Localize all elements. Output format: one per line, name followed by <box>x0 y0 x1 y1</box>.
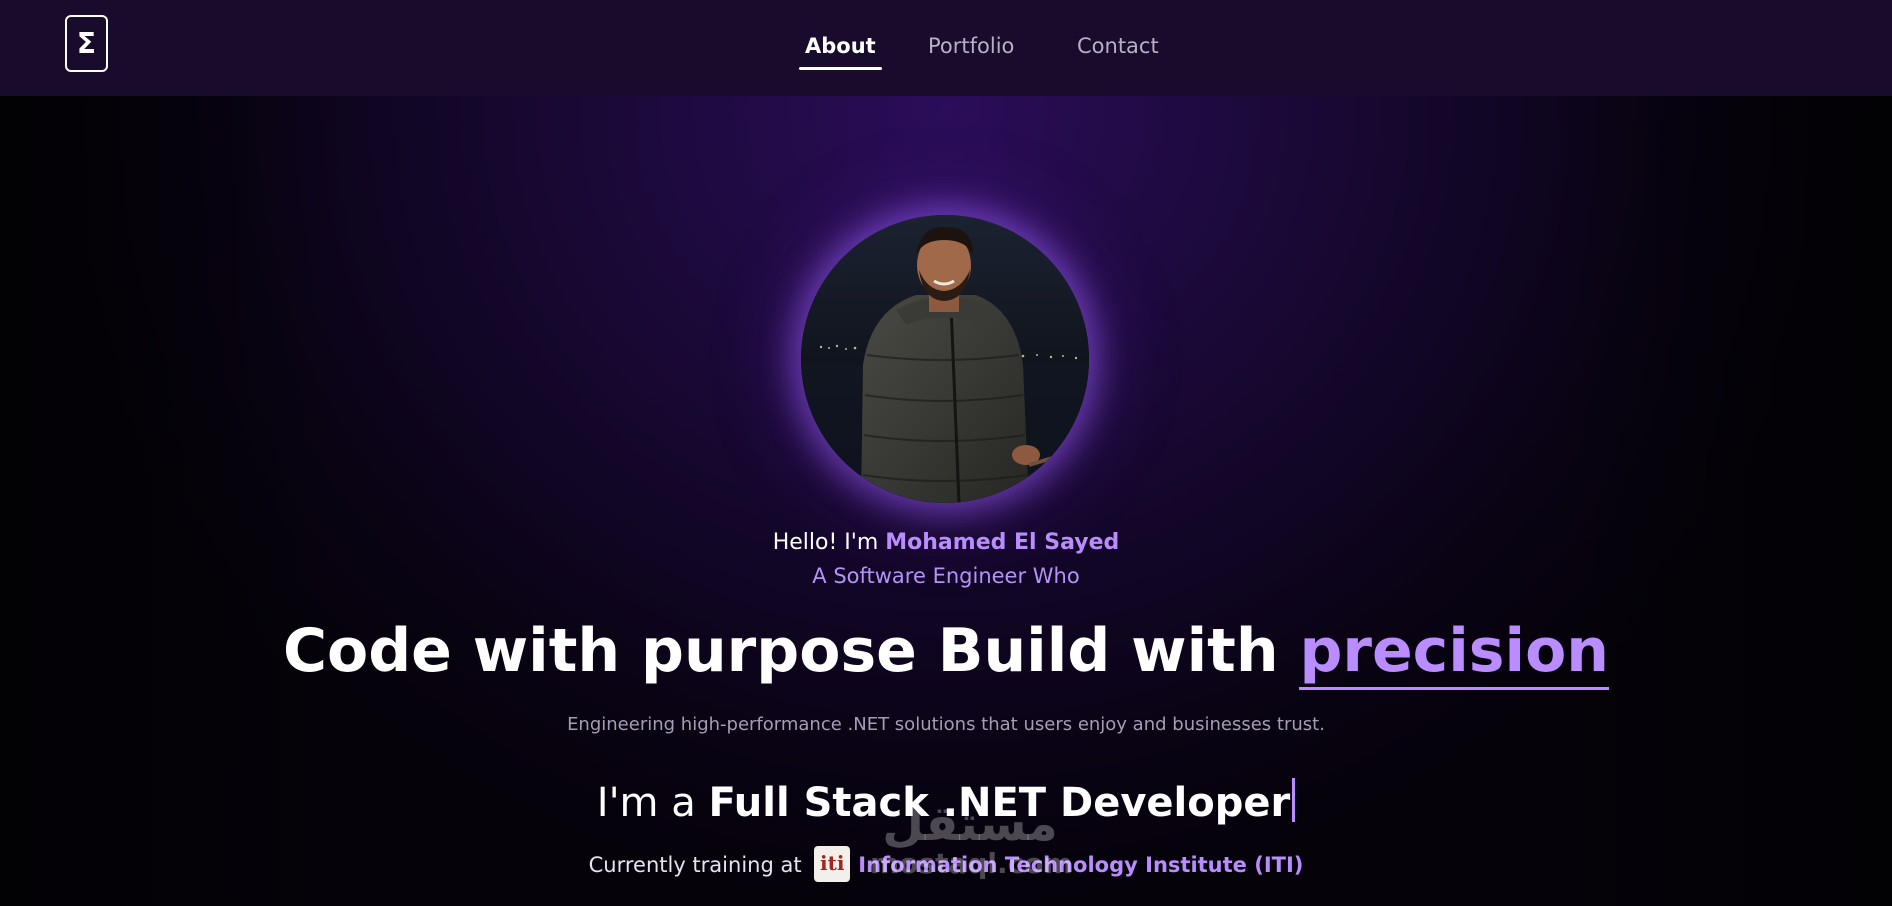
training-prefix: Currently training at <box>588 853 802 877</box>
nav-link-portfolio[interactable]: Portfolio <box>928 34 1014 58</box>
navbar: Σ About Portfolio Contact <box>0 0 1892 96</box>
profile-photo <box>801 215 1089 503</box>
greeting: Hello! I'm Mohamed El Sayed <box>0 530 1892 555</box>
nav-link-about[interactable]: About <box>799 34 882 70</box>
owner-name: Mohamed El Sayed <box>885 530 1120 555</box>
logo-button[interactable]: Σ <box>65 15 108 72</box>
role-title: Full Stack .NET Developer <box>708 780 1291 826</box>
tagline: A Software Engineer Who <box>812 564 1080 588</box>
headline-main: Code with purpose Build with <box>282 616 1300 686</box>
greeting-prefix: Hello! I'm <box>772 530 886 555</box>
training-org-link[interactable]: Information Technology Institute (ITI) <box>858 853 1303 877</box>
sigma-logo-icon: Σ <box>76 27 97 60</box>
portfolio-page: Σ About Portfolio Contact Hello! I'm Moh… <box>0 0 1892 906</box>
hero-subheadline: Engineering high-performance .NET soluti… <box>567 714 1325 735</box>
training-line: Currently training at Information Techno… <box>0 846 1892 882</box>
profile-photo-illustration <box>801 215 1089 503</box>
typing-role: I'm a Full Stack .NET Developer <box>0 778 1892 826</box>
typing-cursor-icon <box>1292 778 1296 822</box>
role-prefix: I'm a <box>596 780 709 826</box>
hero-headline: Code with purpose Build with precision <box>0 616 1892 690</box>
iti-logo-icon <box>814 846 851 882</box>
headline-accent: precision <box>1299 616 1610 690</box>
nav-link-contact[interactable]: Contact <box>1077 34 1159 58</box>
